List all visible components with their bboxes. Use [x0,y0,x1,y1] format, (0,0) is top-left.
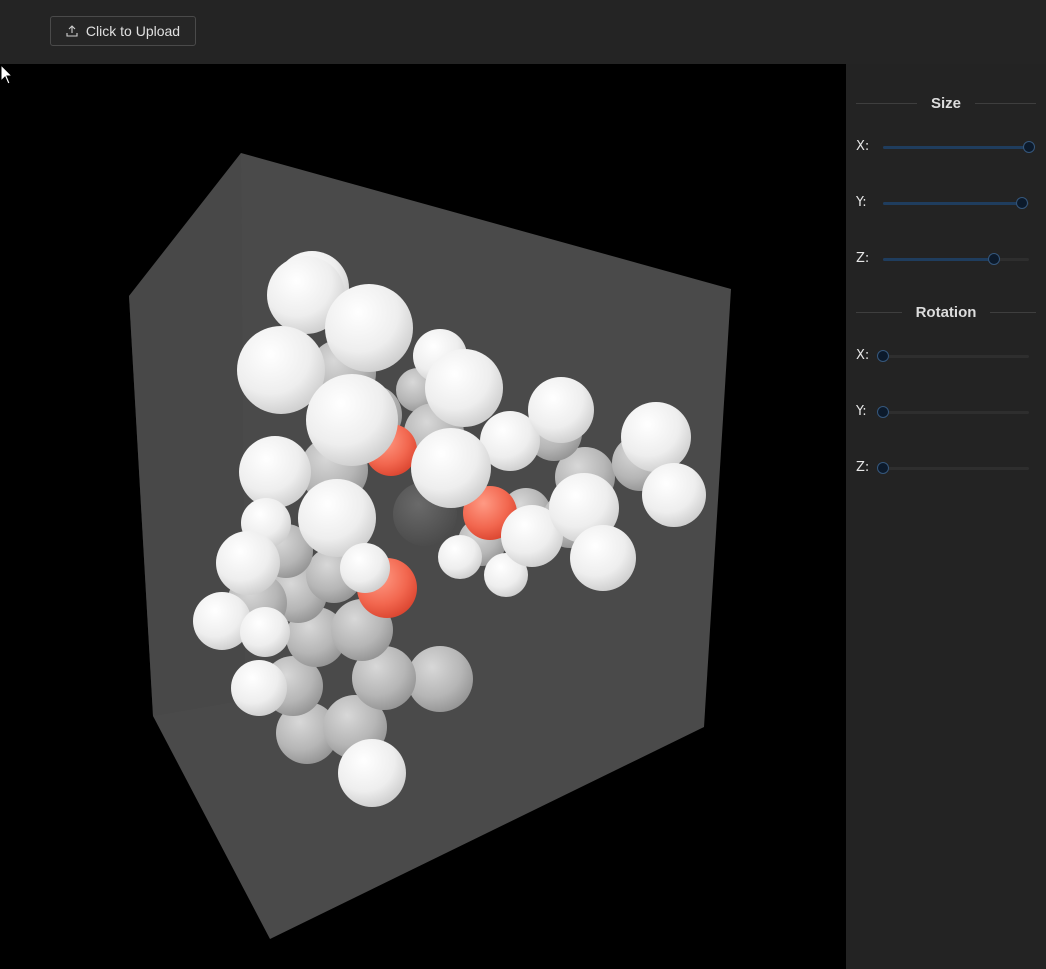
upload-button-label: Click to Upload [85,23,181,39]
atom [325,284,413,372]
size-y-slider[interactable] [883,197,1029,209]
rotation-x-slider[interactable] [877,350,1029,362]
size-y-slider-row: Y: [856,193,1036,213]
size-x-label: X: [856,139,870,154]
atom [407,646,473,712]
atom [240,607,290,657]
rotation-z-slider-row: Z: [856,458,1036,478]
rotation-z-slider-thumb[interactable] [877,462,889,474]
size-x-slider[interactable] [883,141,1035,153]
atom [306,374,398,466]
size-section-title: Size [931,94,962,112]
3d-viewport[interactable] [0,64,846,969]
atom [216,531,280,595]
rotation-x-slider-thumb[interactable] [877,350,889,362]
atom [528,377,594,443]
size-z-slider[interactable] [883,253,1029,265]
rotation-x-slider-row: X: [856,346,1036,366]
size-z-slider-thumb[interactable] [987,253,1000,265]
upload-button[interactable]: Click to Upload [50,16,196,46]
atom [642,463,706,527]
atom [621,402,691,472]
rotation-y-label: Y: [856,404,867,419]
atom [570,525,636,591]
size-z-label: Z: [856,251,870,266]
rotation-section-header: Rotation [856,302,1037,322]
rotation-z-label: Z: [856,460,870,475]
top-toolbar: Click to Upload [0,0,1046,64]
atom [425,349,503,427]
atom [231,660,287,716]
rotation-y-slider-row: Y: [856,402,1036,422]
upload-icon [66,25,78,37]
atom [340,543,390,593]
size-y-label: Y: [856,195,867,210]
size-y-slider-thumb[interactable] [1015,197,1028,209]
atom [411,428,491,508]
size-x-slider-row: X: [856,137,1036,157]
size-section-header: Size [856,93,1037,113]
atom [438,535,482,579]
mouse-cursor-icon [0,64,14,85]
rotation-z-slider[interactable] [877,462,1029,474]
atom [239,436,311,508]
size-x-slider-thumb[interactable] [1023,141,1035,153]
atom [338,739,406,807]
rotation-x-label: X: [856,348,870,363]
molecule-scene [129,153,731,939]
rotation-y-slider-thumb[interactable] [877,406,889,418]
size-z-slider-row: Z: [856,249,1036,269]
settings-panel: Size X: Y: Z: Rotation X: Y: Z: [846,64,1046,969]
rotation-section-title: Rotation [915,303,977,321]
rotation-y-slider[interactable] [877,406,1029,418]
